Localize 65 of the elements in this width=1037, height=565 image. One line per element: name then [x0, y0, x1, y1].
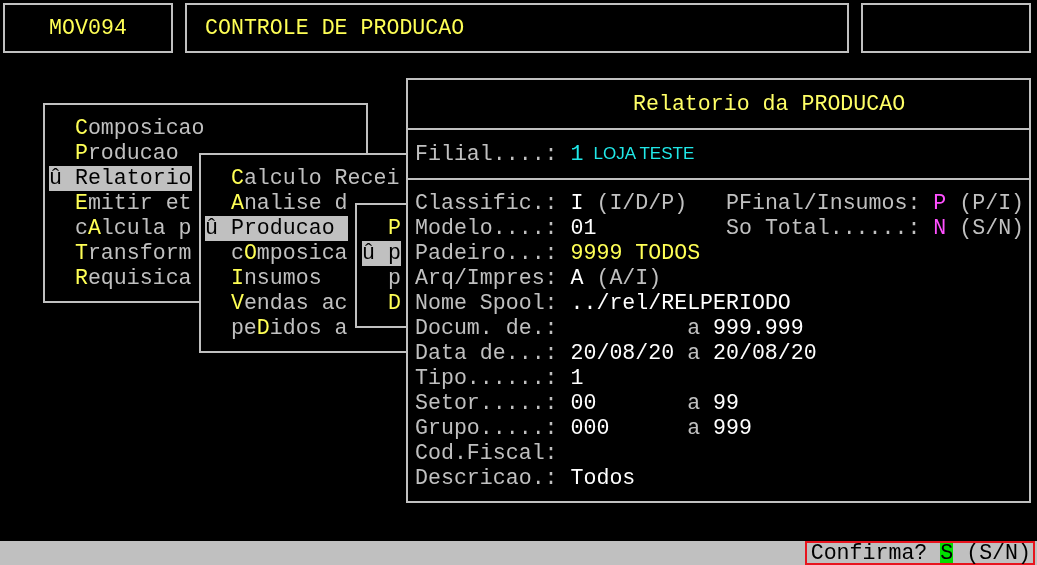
menu-item[interactable]: û Relatorio — [49, 166, 192, 191]
menu-item[interactable]: Producao — [74, 141, 179, 166]
field-value: 999 — [713, 416, 752, 441]
form-label: So Total......: — [726, 216, 921, 240]
field-value: 999.999 — [713, 316, 804, 341]
field-value: 20/08/20 — [570, 341, 675, 365]
menu-item[interactable]: û Producao — [205, 216, 348, 241]
field-value: N — [933, 216, 947, 241]
field-value: 1 — [570, 366, 584, 390]
menu-item[interactable]: Transform — [74, 241, 192, 266]
range-separator: a — [687, 341, 701, 365]
field-value: Todos — [570, 466, 636, 490]
menu-item[interactable]: Composicao — [74, 116, 205, 141]
field-value: 9999 TODOS — [570, 241, 701, 265]
menu-item[interactable]: cAlcula p — [74, 216, 192, 241]
program-code: MOV094 — [3, 3, 173, 53]
option-hint: (S/N) — [959, 216, 1025, 241]
field-value: 20/08/20 — [713, 341, 817, 366]
menu-item[interactable]: D — [387, 291, 401, 316]
form-label: Docum. de.: — [415, 316, 558, 340]
option-hint: (A/I) — [596, 266, 662, 290]
form-label: Descricao.: — [415, 466, 558, 490]
form-label: PFinal/Insumos: — [726, 191, 921, 215]
menu-item[interactable]: Emitir et — [74, 191, 192, 216]
field-value: 99 — [713, 391, 739, 416]
form-label: Nome Spool: — [415, 291, 558, 315]
option-hint: (P/I) — [959, 191, 1025, 216]
option-hint: (I/D/P) — [596, 191, 688, 216]
screen-title: CONTROLE DE PRODUCAO — [185, 3, 849, 53]
menu-item[interactable]: Vendas ac — [230, 291, 348, 316]
form-label: Arq/Impres: — [415, 266, 558, 290]
form-label: Data de...: — [415, 341, 558, 365]
form-label: Classific.: — [415, 191, 558, 215]
form-label: Modelo....: — [415, 216, 558, 240]
menu-item[interactable]: Analise d — [230, 191, 348, 216]
field-value: I — [570, 191, 584, 216]
range-separator: a — [687, 316, 701, 340]
form-label: Cod.Fiscal: — [415, 441, 558, 465]
form-label: Filial....: — [415, 141, 558, 168]
branch-name: LOJA TESTE — [593, 143, 695, 165]
confirm-prompt: Confirma? — [810, 543, 928, 563]
range-separator: a — [687, 416, 701, 440]
form-label: Tipo......: — [415, 366, 558, 390]
field-value: 000 — [570, 416, 610, 440]
menu-item[interactable]: peDidos a — [230, 316, 348, 341]
range-separator: a — [687, 391, 701, 415]
report-title: Relatorio da PRODUCAO — [633, 92, 906, 116]
form-label: Setor.....: — [415, 391, 558, 415]
field-value: P — [933, 191, 947, 216]
menu-item[interactable]: Insumos — [230, 266, 322, 291]
menu-item[interactable]: û p — [362, 241, 401, 266]
option-hint: (S/N) — [966, 543, 1031, 563]
menu-item[interactable]: cOmposica — [230, 241, 348, 266]
menu-item[interactable]: Requisica — [74, 266, 192, 291]
menu-item[interactable]: P — [387, 216, 401, 241]
menu-item[interactable]: Calculo Recei — [230, 166, 400, 191]
answer-field[interactable]: S — [940, 543, 954, 563]
field-value: ../rel/RELPERIODO — [570, 291, 791, 315]
form-label: Padeiro...: — [415, 241, 558, 265]
menu-item[interactable]: p — [387, 266, 401, 291]
branch-code: 1 — [570, 141, 584, 168]
field-value: A — [570, 266, 584, 290]
field-value: 01 — [570, 216, 597, 241]
field-value: 00 — [570, 391, 597, 415]
form-label: Grupo.....: — [415, 416, 558, 440]
